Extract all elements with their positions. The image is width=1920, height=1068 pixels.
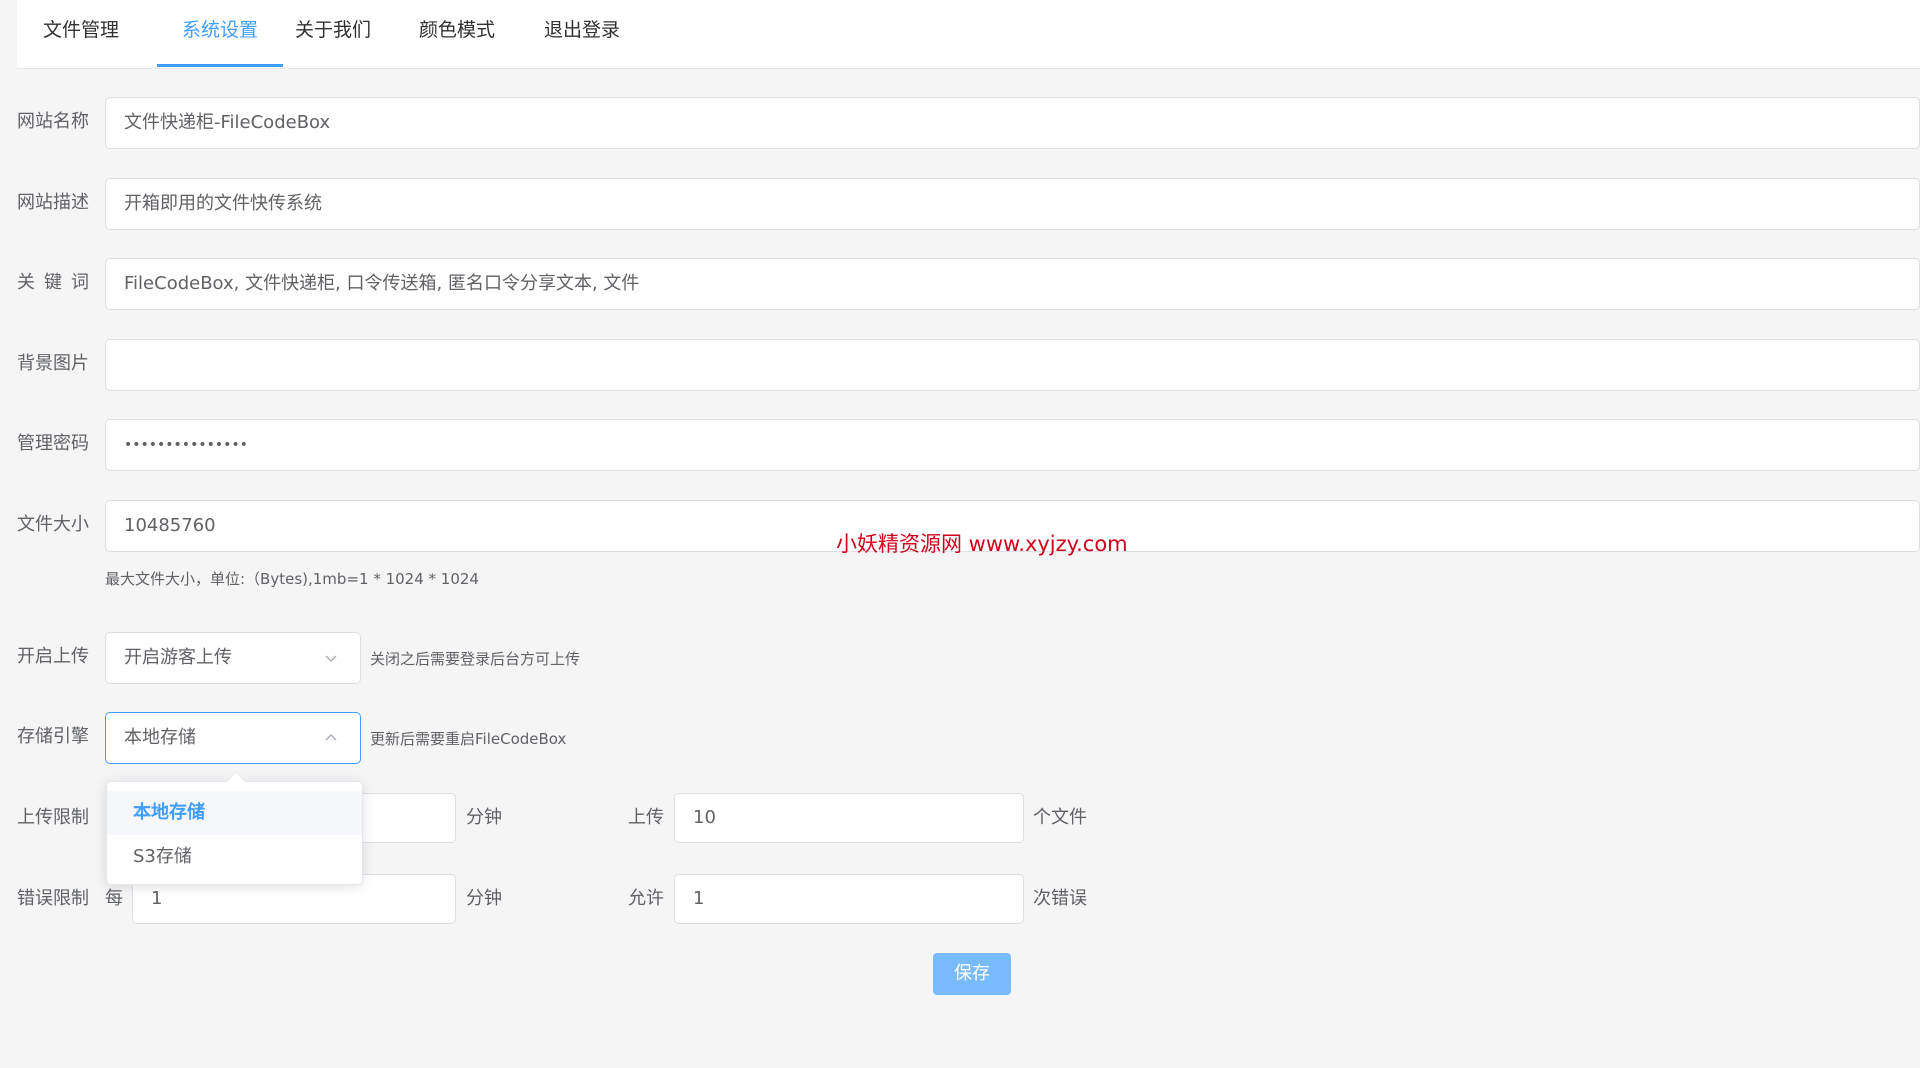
dropdown-arrow: [226, 771, 246, 791]
site-desc-label: 网站描述: [17, 192, 89, 213]
upload-limit-unit2: 个文件: [1033, 807, 1087, 828]
admin-password-label: 管理密码: [17, 433, 89, 454]
storage-hint: 更新后需要重启FileCodeBox: [370, 730, 567, 748]
upload-limit-unit1: 分钟: [466, 807, 502, 828]
upload-select-value: 开启游客上传: [124, 647, 232, 668]
tab-about-us[interactable]: 关于我们: [290, 0, 376, 69]
keywords-input[interactable]: FileCodeBox, 文件快递柜, 口令传送箱, 匿名口令分享文本, 文件: [105, 258, 1920, 310]
error-limit-unit2: 次错误: [1033, 888, 1087, 909]
storage-dropdown-menu: 本地存储 S3存储: [106, 771, 363, 885]
error-limit-mid: 允许: [628, 888, 664, 909]
storage-label: 存储引擎: [17, 726, 89, 747]
file-size-hint: 最大文件大小，单位:（Bytes),1mb=1 * 1024 * 1024: [105, 570, 479, 588]
error-limit-label: 错误限制: [17, 888, 89, 909]
site-name-input[interactable]: 文件快递柜-FileCodeBox: [105, 97, 1920, 149]
error-limit-count-input[interactable]: 1: [674, 874, 1024, 924]
save-button[interactable]: 保存: [933, 953, 1011, 995]
watermark-text: 小妖精资源网 www.xyjzy.com: [836, 532, 1128, 556]
tab-file-management[interactable]: 文件管理: [38, 0, 124, 69]
site-desc-input[interactable]: 开箱即用的文件快传系统: [105, 178, 1920, 230]
storage-select-value: 本地存储: [124, 727, 196, 748]
error-limit-unit1: 分钟: [466, 888, 502, 909]
upload-label: 开启上传: [17, 646, 89, 667]
tab-system-settings[interactable]: 系统设置: [157, 0, 283, 69]
upload-hint: 关闭之后需要登录后台方可上传: [370, 650, 581, 668]
storage-option-local[interactable]: 本地存储: [107, 791, 362, 835]
file-size-label: 文件大小: [17, 514, 89, 535]
admin-password-input[interactable]: •••••••••••••••: [105, 419, 1920, 471]
storage-option-s3[interactable]: S3存储: [107, 835, 362, 879]
upload-select[interactable]: 开启游客上传: [105, 632, 361, 684]
site-name-label: 网站名称: [17, 111, 89, 132]
tab-color-mode[interactable]: 颜色模式: [414, 0, 500, 69]
tab-logout[interactable]: 退出登录: [539, 0, 625, 69]
upload-limit-count-input[interactable]: 10: [674, 793, 1024, 843]
chevron-up-icon: [325, 734, 337, 741]
upload-limit-mid: 上传: [628, 807, 664, 828]
active-tab-indicator: [157, 64, 283, 67]
bg-image-input[interactable]: [105, 339, 1920, 391]
tab-bar: 文件管理 系统设置 关于我们 颜色模式 退出登录: [17, 0, 1920, 69]
storage-select[interactable]: 本地存储: [105, 712, 361, 764]
keywords-label: 关键词: [17, 272, 98, 293]
bg-image-label: 背景图片: [17, 353, 89, 374]
chevron-down-icon: [325, 655, 337, 662]
upload-limit-label: 上传限制: [17, 807, 89, 828]
